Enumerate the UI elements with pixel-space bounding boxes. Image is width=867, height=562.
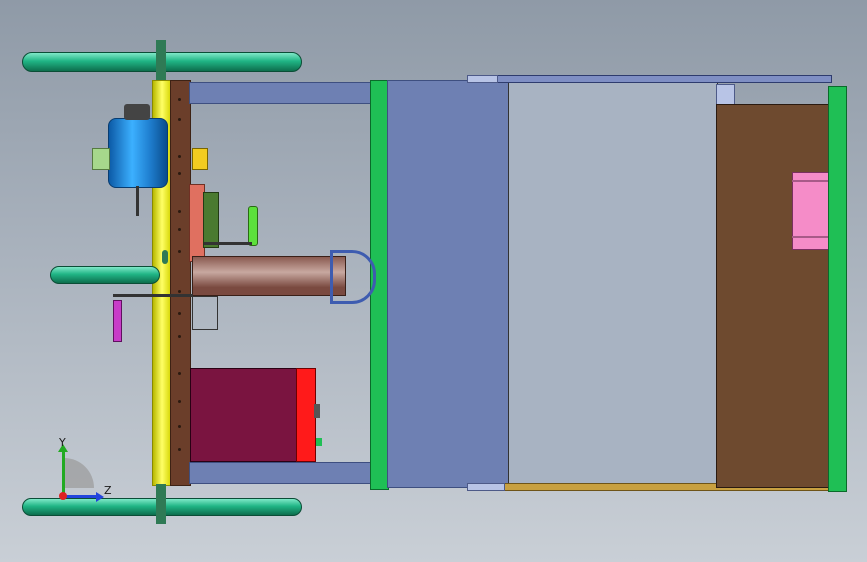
blue-panel (387, 80, 510, 488)
top-small-plate (467, 75, 498, 83)
magenta-lever (113, 300, 122, 342)
small-green-lever (248, 206, 258, 246)
drive-motor (108, 118, 168, 188)
motor-side-block-left (92, 148, 110, 170)
z-axis-label: Z (104, 484, 112, 497)
origin-dot (59, 492, 67, 500)
motor-shaft (136, 186, 139, 216)
y-axis (62, 450, 65, 496)
light-panel (508, 82, 718, 486)
right-post (716, 84, 735, 106)
middle-hub (162, 250, 168, 264)
z-axis (64, 495, 98, 498)
middle-wheel (50, 266, 160, 284)
frame-bottom-bar (189, 462, 373, 484)
cad-viewport[interactable]: Y Z (0, 0, 867, 562)
frame-top-bar (189, 82, 373, 104)
actuator-clevis (330, 250, 376, 304)
green-rail-right (828, 86, 847, 492)
bottom-small-plate (467, 483, 505, 491)
pink-block (792, 172, 830, 250)
y-axis-label: Y (59, 436, 66, 449)
motor-cap (124, 104, 150, 120)
brown-panel (716, 104, 830, 488)
bottom-wheel-hub (156, 484, 166, 524)
top-wheel-hub (156, 40, 166, 82)
motor-side-block-right (192, 148, 208, 170)
triad-quadrant (64, 458, 94, 488)
gearbox (190, 368, 304, 462)
gearbox-end-cap (296, 368, 316, 462)
green-bracket (203, 192, 219, 248)
orientation-triad: Y Z (48, 436, 118, 510)
top-long-bar (496, 75, 832, 83)
actuator-cylinder (192, 256, 346, 296)
